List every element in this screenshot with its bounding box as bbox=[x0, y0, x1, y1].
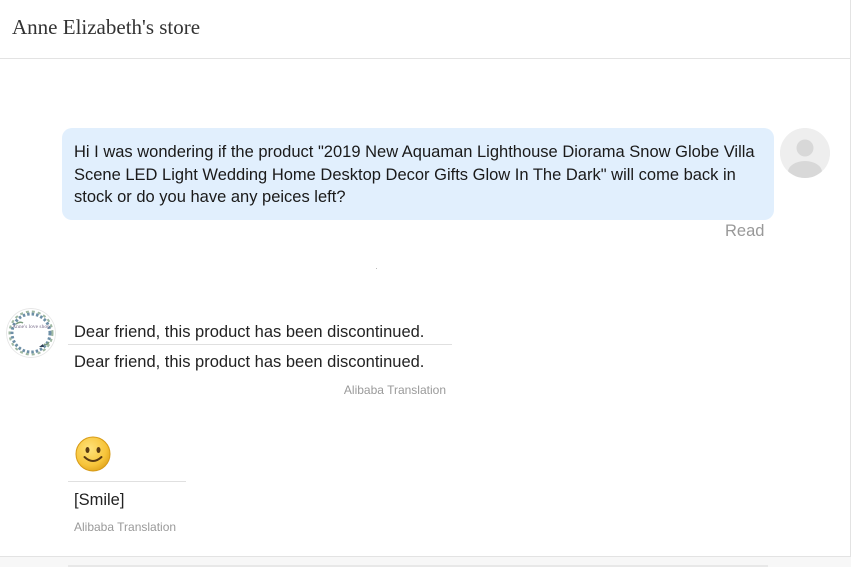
translation-credit: Alibaba Translation bbox=[343, 383, 446, 397]
incoming-emoji-message: [Smile] Alibaba Translation bbox=[68, 436, 186, 534]
store-name[interactable]: Anne Elizabeth's store bbox=[12, 15, 200, 40]
chat-header: Anne Elizabeth's store bbox=[0, 0, 851, 59]
read-status: Read bbox=[725, 222, 765, 240]
incoming-message: Dear friend, this product has been disco… bbox=[68, 318, 452, 397]
smile-emoji-icon bbox=[75, 436, 111, 472]
store-avatar[interactable]: Anne's love shop bbox=[6, 308, 56, 358]
emoji-translation-credit: Alibaba Translation bbox=[74, 520, 177, 534]
user-avatar[interactable] bbox=[780, 128, 830, 178]
panel-border bbox=[850, 0, 851, 567]
incoming-message-original: Dear friend, this product has been disco… bbox=[74, 323, 425, 341]
incoming-message-translated: Dear friend, this product has been disco… bbox=[74, 353, 425, 371]
store-logo-text: Anne's love shop bbox=[12, 324, 50, 330]
timestamp-marker bbox=[376, 268, 377, 269]
outgoing-message-bubble: Hi I was wondering if the product "2019 … bbox=[62, 128, 774, 220]
user-placeholder-icon bbox=[780, 128, 830, 178]
store-logo-icon: Anne's love shop bbox=[6, 308, 56, 358]
emoji-translated-text: [Smile] bbox=[74, 491, 125, 509]
